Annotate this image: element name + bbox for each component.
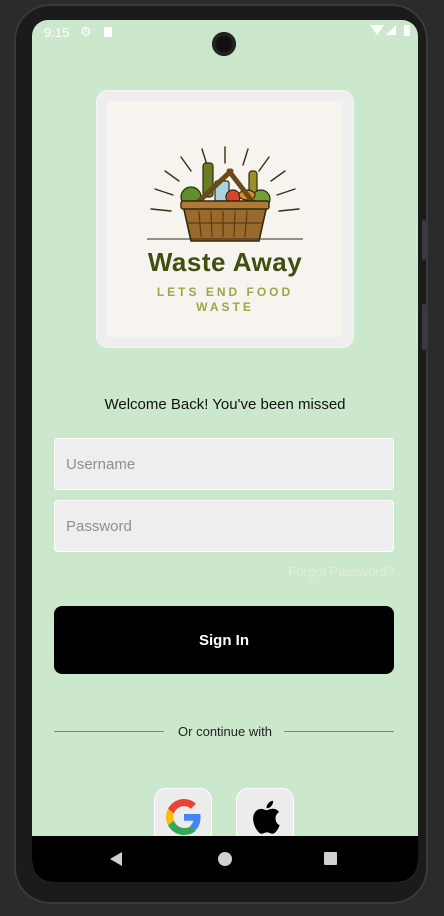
sd-card-icon xyxy=(104,27,112,37)
password-input[interactable] xyxy=(55,501,393,551)
welcome-text: Welcome Back! You've been missed xyxy=(104,396,346,413)
wifi-icon xyxy=(370,25,384,35)
volume-button xyxy=(422,220,426,260)
camera-cutout xyxy=(212,32,236,56)
home-icon[interactable] xyxy=(218,852,232,866)
recents-icon[interactable] xyxy=(324,852,337,865)
gear-icon: ⚙ xyxy=(80,24,92,39)
logo-image: Waste Away LETS END FOOD WASTE xyxy=(107,101,343,337)
battery-icon xyxy=(404,25,410,36)
sign-in-button[interactable]: Sign In xyxy=(54,606,394,674)
logo-title: Waste Away xyxy=(147,247,303,277)
username-input[interactable] xyxy=(55,439,393,489)
forgot-password-link[interactable]: Forgot Password? xyxy=(289,564,395,579)
status-time: 9:15 xyxy=(44,25,70,40)
signal-icon xyxy=(386,25,396,35)
food-basket-illustration xyxy=(147,146,303,242)
back-icon[interactable] xyxy=(110,852,122,866)
apple-icon xyxy=(253,800,280,834)
password-field[interactable] xyxy=(54,500,394,552)
google-icon xyxy=(166,799,201,835)
system-nav-bar xyxy=(32,836,418,882)
app-screen: 9:15 ⚙ Waste Away LETS END FOOD WASTE We… xyxy=(32,20,418,882)
power-button xyxy=(422,304,426,350)
divider-line-right xyxy=(284,731,394,732)
logo-card: Waste Away LETS END FOOD WASTE xyxy=(96,90,354,348)
logo-subtitle: LETS END FOOD WASTE xyxy=(156,285,294,314)
username-field[interactable] xyxy=(54,438,394,490)
